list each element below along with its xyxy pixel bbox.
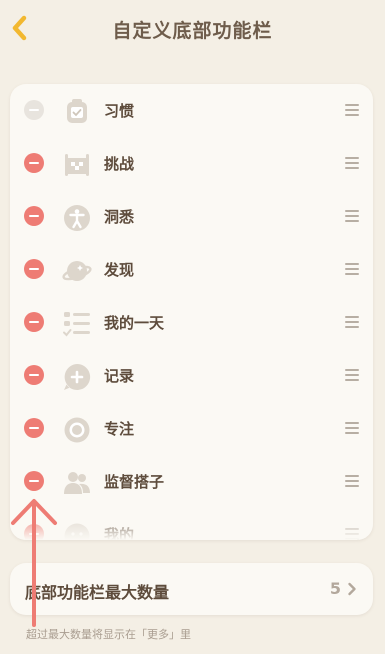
supervision-buddy-icon <box>64 472 90 494</box>
remove-button[interactable] <box>24 153 44 173</box>
habit-icon <box>67 99 87 123</box>
list-item-record: 记录 <box>10 349 373 402</box>
max-items-label: 底部功能栏最大数量 <box>25 583 170 602</box>
item-label: 记录 <box>104 367 135 385</box>
my-day-icon <box>63 312 90 337</box>
chevron-right-icon <box>348 582 356 596</box>
max-items-value: 5 <box>329 579 341 598</box>
insight-icon <box>64 205 90 231</box>
list-item-supervision-buddy: 监督搭子 <box>10 455 373 508</box>
item-label: 习惯 <box>104 102 135 120</box>
drag-handle-icon[interactable] <box>345 475 359 487</box>
list-item-challenge: 挑战 <box>10 137 373 190</box>
remove-button[interactable] <box>24 206 44 226</box>
remove-button-disabled <box>24 100 44 120</box>
challenge-icon <box>65 154 89 176</box>
drag-handle-icon[interactable] <box>345 263 359 275</box>
drag-handle-icon[interactable] <box>345 104 359 116</box>
item-label: 挑战 <box>104 155 135 173</box>
drag-handle-icon[interactable] <box>345 157 359 169</box>
item-label: 我的一天 <box>104 314 165 332</box>
list-item-focus: 专注 <box>10 402 373 455</box>
list-item-habit: 习惯 <box>10 84 373 137</box>
max-items-setting[interactable]: 底部功能栏最大数量 5 <box>10 563 373 615</box>
remove-button[interactable] <box>24 418 44 438</box>
header: 自定义底部功能栏 <box>0 0 385 58</box>
list-item-my-day: 我的一天 <box>10 296 373 349</box>
drag-handle-icon[interactable] <box>345 210 359 222</box>
item-label: 专注 <box>104 420 135 438</box>
remove-button[interactable] <box>24 471 44 491</box>
page-title: 自定义底部功能栏 <box>112 20 273 42</box>
nav-item-list: 习惯 挑战 洞悉 发现 我的一天 记录 专注 监督搭子 <box>10 84 373 540</box>
focus-icon <box>64 417 90 443</box>
discover-icon <box>62 261 92 281</box>
drag-handle-icon[interactable] <box>345 316 359 328</box>
drag-handle-icon[interactable] <box>345 369 359 381</box>
record-icon <box>64 363 91 390</box>
drag-handle-icon[interactable] <box>345 422 359 434</box>
list-scroll-fade <box>10 512 373 540</box>
list-item-insight: 洞悉 <box>10 190 373 243</box>
list-item-discover: 发现 <box>10 243 373 296</box>
item-label: 洞悉 <box>104 208 135 226</box>
item-label: 发现 <box>104 261 135 279</box>
item-label: 监督搭子 <box>104 473 165 491</box>
remove-button[interactable] <box>24 365 44 385</box>
max-items-hint: 超过最大数量将显示在「更多」里 <box>26 628 191 641</box>
remove-button[interactable] <box>24 312 44 332</box>
remove-button[interactable] <box>24 259 44 279</box>
